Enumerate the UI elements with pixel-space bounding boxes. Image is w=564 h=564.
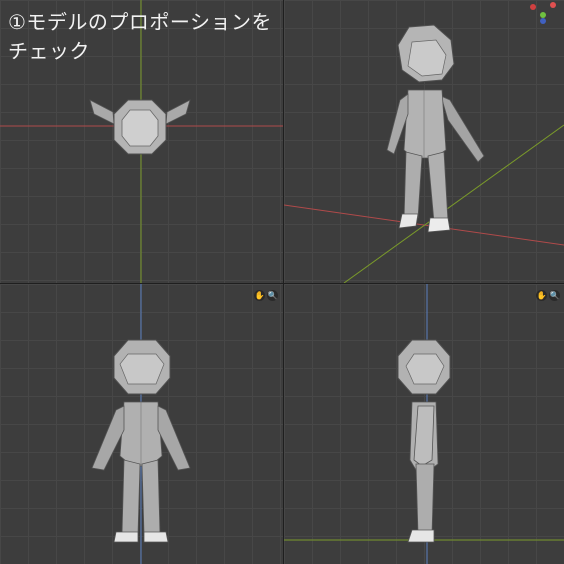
leg-mesh xyxy=(415,463,435,535)
side-view-viewport[interactable]: ✋ 🔍 xyxy=(284,284,564,564)
foot-mesh xyxy=(407,529,435,543)
side-view-scene xyxy=(284,284,564,564)
head-face xyxy=(119,353,165,385)
left-arm-mesh xyxy=(89,99,115,125)
perspective-viewport[interactable] xyxy=(284,0,564,283)
right-foot-mesh xyxy=(427,217,451,233)
perspective-scene xyxy=(284,24,564,283)
left-leg-mesh xyxy=(403,151,423,221)
front-view-viewport[interactable]: ✋ 🔍 xyxy=(0,284,283,564)
right-foot-mesh xyxy=(143,531,169,543)
z-axis-dot-blue[interactable] xyxy=(540,18,546,24)
left-leg-mesh xyxy=(121,459,141,535)
right-leg-mesh xyxy=(141,459,161,535)
front-nav-controls: ✋ 🔍 xyxy=(254,290,278,301)
torso-mesh xyxy=(403,89,447,159)
top-view-viewport[interactable]: ①モデルのプロポーションをチェック xyxy=(0,0,283,283)
head-top-face xyxy=(121,109,159,147)
zoom-icon[interactable]: 🔍 xyxy=(267,290,278,301)
viewport-divider-vertical[interactable] xyxy=(283,0,284,564)
hand-icon[interactable]: ✋ xyxy=(254,290,265,301)
axis-gizmo[interactable] xyxy=(528,0,564,24)
front-view-scene xyxy=(91,284,191,564)
right-arm-mesh xyxy=(157,405,191,471)
left-foot-mesh xyxy=(113,531,139,543)
right-leg-mesh xyxy=(427,151,449,223)
viewport-divider-horizontal[interactable] xyxy=(0,283,564,284)
z-axis-dot[interactable] xyxy=(550,2,556,8)
side-nav-controls: ✋ 🔍 xyxy=(536,290,560,301)
x-axis-dot[interactable] xyxy=(530,4,536,10)
y-axis-line xyxy=(343,124,564,283)
head-face xyxy=(405,353,445,385)
left-arm-mesh xyxy=(91,405,125,471)
right-arm-mesh xyxy=(440,95,485,163)
arm-mesh xyxy=(413,405,435,467)
right-arm-mesh xyxy=(165,99,191,125)
zoom-icon[interactable]: 🔍 xyxy=(549,290,560,301)
left-foot-mesh xyxy=(398,213,419,229)
hand-icon[interactable]: ✋ xyxy=(536,290,547,301)
page-title: ①モデルのプロポーションをチェック xyxy=(8,10,273,63)
